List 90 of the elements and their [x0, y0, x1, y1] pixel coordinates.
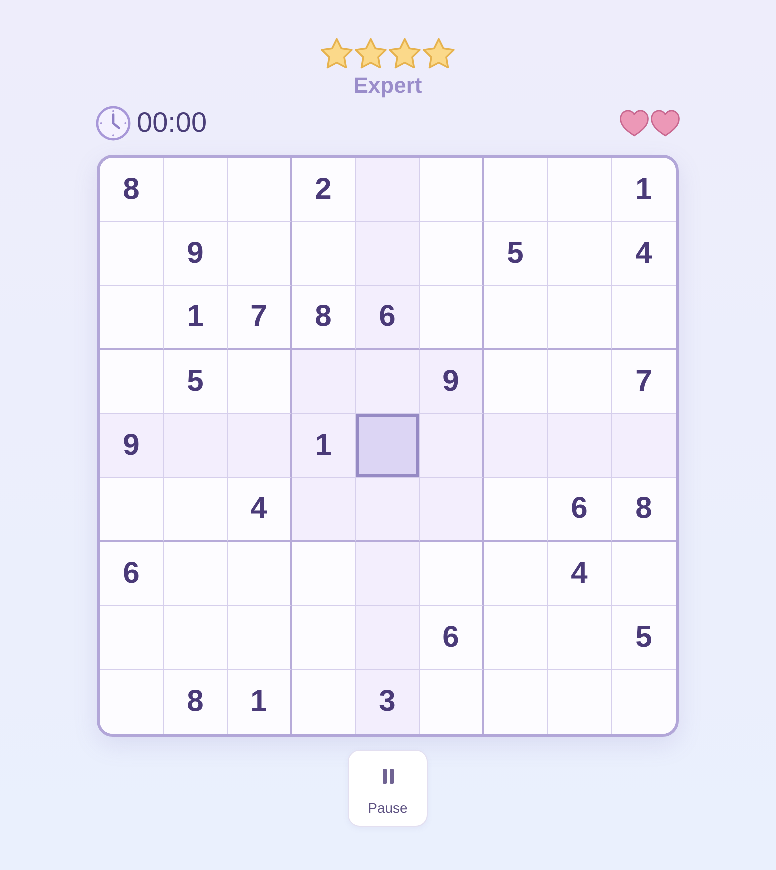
sudoku-cell[interactable]: [164, 606, 228, 670]
sudoku-cell[interactable]: [100, 350, 164, 414]
sudoku-cell[interactable]: [228, 542, 292, 606]
star-icon: [355, 38, 387, 69]
sudoku-cell[interactable]: [292, 542, 356, 606]
sudoku-cell[interactable]: [100, 286, 164, 350]
sudoku-cell[interactable]: 7: [612, 350, 676, 414]
star-icon: [389, 38, 421, 69]
sudoku-cell[interactable]: 9: [164, 222, 228, 286]
sudoku-cell[interactable]: [420, 670, 484, 734]
sudoku-cell[interactable]: 9: [420, 350, 484, 414]
sudoku-cell[interactable]: [164, 414, 228, 478]
sudoku-cell[interactable]: [420, 158, 484, 222]
sudoku-cell[interactable]: 1: [612, 158, 676, 222]
sudoku-cell[interactable]: [292, 350, 356, 414]
sudoku-cell[interactable]: [612, 542, 676, 606]
pause-button[interactable]: Pause: [348, 750, 428, 827]
sudoku-cell[interactable]: [484, 286, 548, 350]
sudoku-cell[interactable]: [292, 606, 356, 670]
sudoku-cell[interactable]: [420, 414, 484, 478]
sudoku-cell[interactable]: [356, 478, 420, 542]
sudoku-cell[interactable]: 3: [356, 670, 420, 734]
sudoku-cell[interactable]: [100, 606, 164, 670]
sudoku-cell[interactable]: [484, 414, 548, 478]
sudoku-cell[interactable]: 2: [292, 158, 356, 222]
sudoku-cell[interactable]: [356, 414, 420, 478]
sudoku-cell[interactable]: 8: [292, 286, 356, 350]
sudoku-cell[interactable]: [164, 158, 228, 222]
sudoku-cell[interactable]: 7: [228, 286, 292, 350]
sudoku-cell[interactable]: 6: [356, 286, 420, 350]
clock-icon: [96, 106, 131, 140]
sudoku-cell[interactable]: [548, 286, 612, 350]
sudoku-cell[interactable]: [612, 286, 676, 350]
sudoku-cell[interactable]: 1: [228, 670, 292, 734]
sudoku-cell[interactable]: 8: [612, 478, 676, 542]
sudoku-cell[interactable]: 4: [612, 222, 676, 286]
sudoku-cell[interactable]: [356, 542, 420, 606]
sudoku-cell[interactable]: [164, 478, 228, 542]
sudoku-cell[interactable]: [100, 478, 164, 542]
sudoku-cell[interactable]: [548, 606, 612, 670]
sudoku-cell[interactable]: [548, 222, 612, 286]
sudoku-cell[interactable]: [356, 158, 420, 222]
sudoku-cell[interactable]: [356, 222, 420, 286]
sudoku-cell[interactable]: [420, 286, 484, 350]
sudoku-cell[interactable]: [356, 350, 420, 414]
sudoku-cell[interactable]: 6: [548, 478, 612, 542]
sudoku-cell[interactable]: [292, 222, 356, 286]
star-icon: [423, 38, 455, 69]
sudoku-cell[interactable]: [228, 222, 292, 286]
sudoku-cell[interactable]: [484, 670, 548, 734]
sudoku-cell[interactable]: 5: [164, 350, 228, 414]
sudoku-cell[interactable]: [420, 478, 484, 542]
timer-text: 00:00: [137, 107, 208, 139]
sudoku-cell[interactable]: 5: [612, 606, 676, 670]
sudoku-cell[interactable]: [612, 414, 676, 478]
sudoku-cell[interactable]: 5: [484, 222, 548, 286]
sudoku-cell[interactable]: [228, 414, 292, 478]
sudoku-cell[interactable]: [484, 158, 548, 222]
sudoku-cell[interactable]: [548, 350, 612, 414]
sudoku-cell[interactable]: [292, 478, 356, 542]
sudoku-cell[interactable]: [100, 222, 164, 286]
sudoku-cell[interactable]: 1: [164, 286, 228, 350]
sudoku-cell[interactable]: [100, 670, 164, 734]
sudoku-cell[interactable]: [164, 542, 228, 606]
sudoku-cell[interactable]: [484, 350, 548, 414]
sudoku-cell[interactable]: [484, 606, 548, 670]
sudoku-cell[interactable]: [228, 350, 292, 414]
sudoku-cell[interactable]: [420, 542, 484, 606]
sudoku-cell[interactable]: 8: [100, 158, 164, 222]
difficulty-label: Expert: [354, 73, 422, 99]
sudoku-cell[interactable]: [484, 478, 548, 542]
sudoku-cell[interactable]: 1: [292, 414, 356, 478]
sudoku-cell[interactable]: [228, 158, 292, 222]
sudoku-cell[interactable]: [548, 158, 612, 222]
sudoku-cell[interactable]: [548, 414, 612, 478]
sudoku-cell[interactable]: [356, 606, 420, 670]
star-icon: [321, 38, 353, 69]
sudoku-cell[interactable]: [484, 542, 548, 606]
sudoku-cell[interactable]: [292, 670, 356, 734]
sudoku-cell[interactable]: [228, 606, 292, 670]
pause-icon: [382, 769, 394, 784]
sudoku-cell[interactable]: 6: [420, 606, 484, 670]
sudoku-cell[interactable]: 4: [228, 478, 292, 542]
sudoku-cell[interactable]: 6: [100, 542, 164, 606]
sudoku-cell[interactable]: [612, 670, 676, 734]
sudoku-cell[interactable]: 4: [548, 542, 612, 606]
sudoku-cell[interactable]: 8: [164, 670, 228, 734]
sudoku-cell[interactable]: 9: [100, 414, 164, 478]
sudoku-cell[interactable]: [420, 222, 484, 286]
sudoku-cell[interactable]: [548, 670, 612, 734]
